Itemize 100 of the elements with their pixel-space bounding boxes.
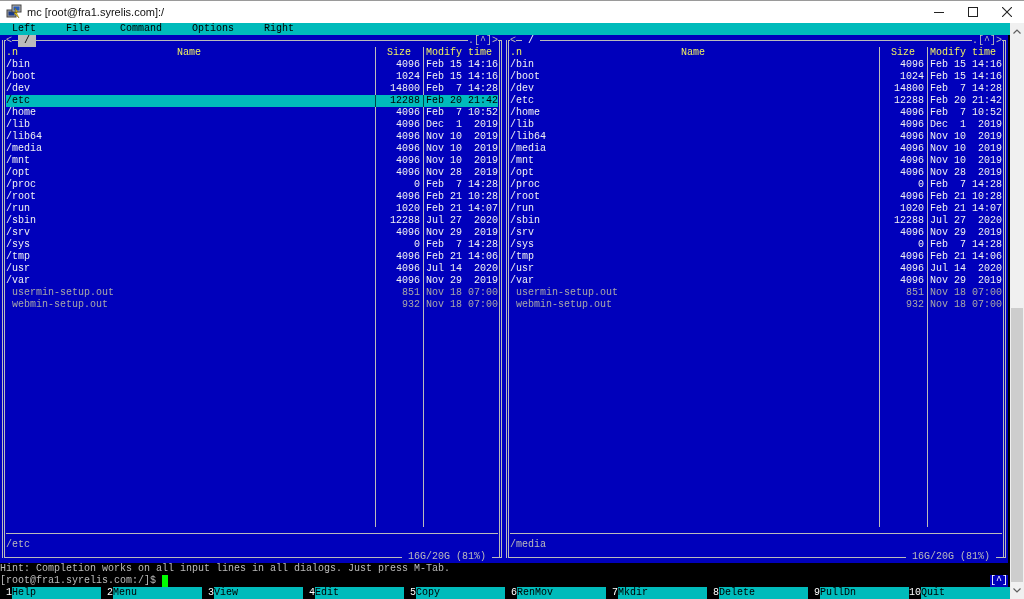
file-size: 4096 [900,131,924,143]
file-date: Nov 10 2019 [930,155,1002,167]
file-date: Nov 28 2019 [930,167,1002,179]
file-row[interactable]: /etc 12288 Feb 20 21:42 [510,95,1002,107]
file-size: 4096 [396,155,420,167]
file-date: Nov 18 07:00 [930,299,1002,311]
file-size: 4096 [396,251,420,263]
file-row[interactable]: /opt 4096 Nov 28 2019 [510,167,1002,179]
file-size: 4096 [396,107,420,119]
file-row[interactable]: /lib 4096 Dec 1 2019 [6,119,498,131]
file-date: Nov 18 07:00 [426,287,498,299]
file-row[interactable]: /sys 0 Feb 7 14:28 [6,239,498,251]
file-row[interactable]: /root 4096 Feb 21 10:28 [510,191,1002,203]
file-row[interactable]: /run 1020 Feb 21 14:07 [6,203,498,215]
file-row[interactable]: /proc 0 Feb 7 14:28 [6,179,498,191]
close-icon [1002,7,1012,17]
file-date: Nov 29 2019 [426,275,498,287]
menu-item[interactable]: Options [192,23,235,35]
file-name: /sys [510,239,534,251]
file-row[interactable]: /dev 14800 Feb 7 14:28 [6,83,498,95]
file-date: Jul 14 2020 [426,263,498,275]
file-name: /usr [510,263,534,275]
file-row[interactable]: /sbin 12288 Jul 27 2020 [510,215,1002,227]
file-row[interactable]: webmin-setup.out 932 Nov 18 07:00 [6,299,498,311]
file-name: /tmp [510,251,534,263]
file-row[interactable]: /home 4096 Feb 7 10:52 [510,107,1002,119]
file-row[interactable]: /lib64 4096 Nov 10 2019 [6,131,498,143]
menu-item[interactable]: Command [120,23,163,35]
file-row[interactable]: /media 4096 Nov 10 2019 [510,143,1002,155]
sort-indicator: .n [510,47,522,59]
file-row[interactable]: webmin-setup.out 932 Nov 18 07:00 [510,299,1002,311]
file-row[interactable]: /bin 4096 Feb 15 14:16 [510,59,1002,71]
file-row[interactable]: /etc 12288 Feb 20 21:42 [6,95,498,107]
file-date: Nov 28 2019 [426,167,498,179]
file-row[interactable]: /lib 4096 Dec 1 2019 [510,119,1002,131]
file-row[interactable]: /proc 0 Feb 7 14:28 [510,179,1002,191]
column-header[interactable]: Size [387,47,411,59]
file-row[interactable]: /tmp 4096 Feb 21 14:06 [6,251,498,263]
file-name: /srv [510,227,534,239]
file-name: /bin [6,59,30,71]
file-date: Feb 7 14:28 [426,83,498,95]
file-row[interactable]: /run 1020 Feb 21 14:07 [510,203,1002,215]
file-name: /usr [6,263,30,275]
status-file-name: /etc [6,539,30,551]
file-name: webmin-setup.out [516,299,612,311]
column-header[interactable]: Modify time [426,47,492,59]
file-row[interactable]: /bin 4096 Feb 15 14:16 [6,59,498,71]
file-row[interactable]: usermin-setup.out 851 Nov 18 07:00 [6,287,498,299]
file-row[interactable]: /usr 4096 Jul 14 2020 [6,263,498,275]
file-name: /var [510,275,534,287]
file-size: 0 [414,239,420,251]
menu-item[interactable]: Left [12,23,36,35]
file-size: 932 [906,299,924,311]
computer-icon [6,4,22,20]
menu-item[interactable]: Right [264,23,295,35]
file-row[interactable]: /media 4096 Nov 10 2019 [6,143,498,155]
history-button[interactable]: [^] [990,575,1008,587]
file-row[interactable]: /srv 4096 Nov 29 2019 [510,227,1002,239]
file-name: /sbin [510,215,540,227]
file-date: Nov 29 2019 [930,227,1002,239]
sort-indicator: .n [6,47,18,59]
scrollbar-thumb[interactable] [1011,308,1023,582]
file-date: Feb 21 14:07 [930,203,1002,215]
column-header[interactable]: Name [681,47,705,59]
file-size: 0 [414,179,420,191]
file-row[interactable]: /sys 0 Feb 7 14:28 [510,239,1002,251]
file-row[interactable]: /var 4096 Nov 29 2019 [6,275,498,287]
file-date: Feb 21 14:06 [930,251,1002,263]
file-size: 4096 [396,227,420,239]
file-date: Feb 7 14:28 [930,179,1002,191]
file-row[interactable]: /opt 4096 Nov 28 2019 [6,167,498,179]
file-size: 4096 [396,263,420,275]
file-row[interactable]: /srv 4096 Nov 29 2019 [6,227,498,239]
file-row[interactable]: /root 4096 Feb 21 10:28 [6,191,498,203]
file-row[interactable]: /mnt 4096 Nov 10 2019 [6,155,498,167]
column-header[interactable]: Modify time [930,47,996,59]
menu-item[interactable]: File [66,23,91,35]
file-row[interactable]: /lib64 4096 Nov 10 2019 [510,131,1002,143]
file-row[interactable]: /dev 14800 Feb 7 14:28 [510,83,1002,95]
file-row[interactable]: /home 4096 Feb 7 10:52 [6,107,498,119]
file-row[interactable]: /boot 1024 Feb 15 14:16 [6,71,498,83]
column-header[interactable]: Name [177,47,201,59]
file-row[interactable]: usermin-setup.out 851 Nov 18 07:00 [510,287,1002,299]
file-row[interactable]: /sbin 12288 Jul 27 2020 [6,215,498,227]
file-size: 4096 [396,59,420,71]
file-row[interactable]: /tmp 4096 Feb 21 14:06 [510,251,1002,263]
file-name: /root [510,191,540,203]
file-row[interactable]: /mnt 4096 Nov 10 2019 [510,155,1002,167]
file-date: Dec 1 2019 [930,119,1002,131]
minimize-icon [934,11,944,13]
file-row[interactable]: /boot 1024 Feb 15 14:16 [510,71,1002,83]
file-row[interactable]: /usr 4096 Jul 14 2020 [510,263,1002,275]
file-size: 4096 [900,275,924,287]
file-size: 12288 [894,95,924,107]
column-header[interactable]: Size [891,47,915,59]
file-date: Nov 10 2019 [426,131,498,143]
file-name: /etc [6,95,30,107]
file-name: webmin-setup.out [12,299,108,311]
file-date: Feb 15 14:16 [930,59,1002,71]
file-row[interactable]: /var 4096 Nov 29 2019 [510,275,1002,287]
